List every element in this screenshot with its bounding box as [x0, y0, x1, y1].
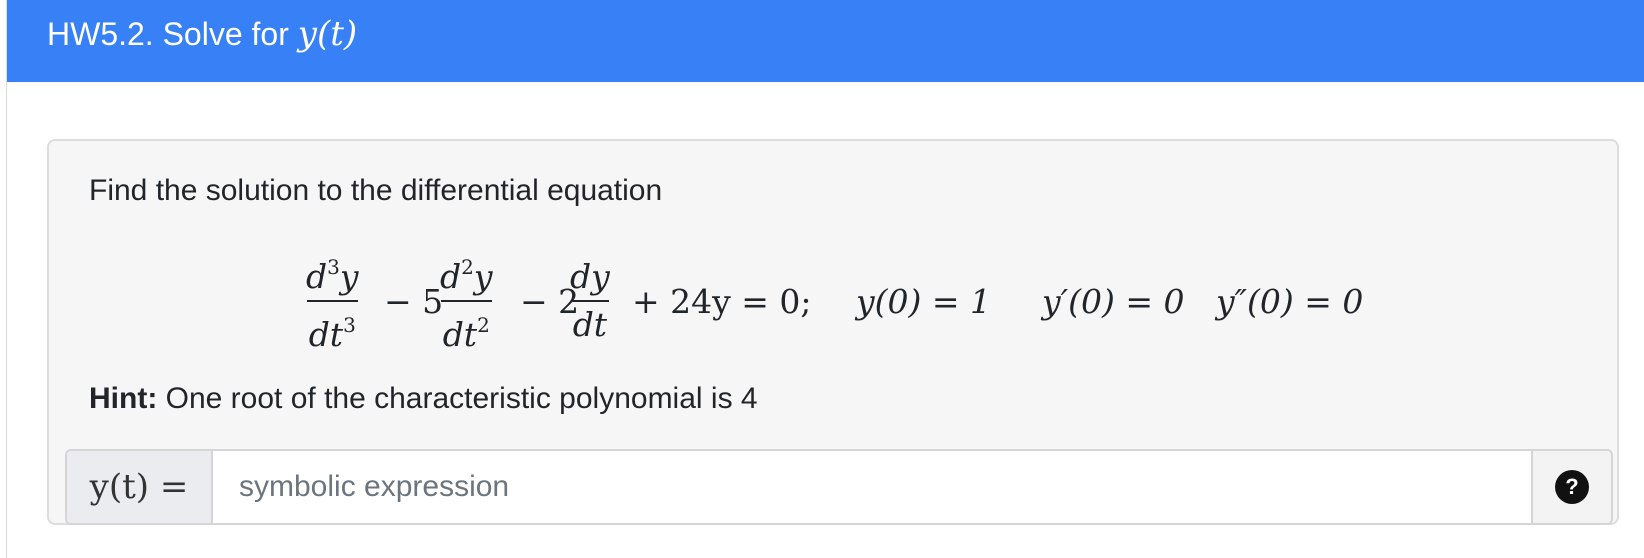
initial-condition-1: y(0) = 1 [856, 281, 992, 321]
term-second-derivative: d2y dt2 [438, 251, 495, 354]
t1-den-exp: 3 [343, 313, 356, 337]
answer-input-group: y(t) = ? [65, 449, 1613, 525]
term-third-derivative: d3y dt3 [304, 251, 361, 354]
question-card: HW5.2. Solve for y(t) Find the solution … [6, 0, 1644, 558]
initial-condition-2: y′(0) = 0 [1042, 281, 1185, 321]
title-prefix: HW5.2. Solve for [47, 16, 298, 52]
term-first-derivative: dy dt [568, 251, 612, 351]
t3-num: dy [570, 257, 610, 296]
page-title: HW5.2. Solve for y(t) [47, 12, 357, 56]
equation-tail: + 24y = 0; [632, 281, 812, 321]
t3-den: dt [570, 300, 610, 345]
t1-den: dt [308, 315, 344, 354]
question-prompt: Find the solution to the differential eq… [89, 174, 663, 207]
t2-den: dt [442, 315, 478, 354]
t1-num-exp: 3 [327, 255, 340, 279]
t1-num-var: y [339, 257, 359, 296]
question-mark-icon: ? [1555, 470, 1589, 504]
t2-num-var: y [473, 257, 493, 296]
help-button[interactable]: ? [1531, 451, 1611, 523]
op-minus-5: − 5 [384, 281, 444, 321]
t2-den-exp: 2 [477, 313, 490, 337]
question-panel: Find the solution to the differential eq… [47, 139, 1619, 525]
answer-label: y(t) = [67, 451, 213, 523]
t2-num-d: d [440, 257, 462, 296]
t1-num-d: d [306, 257, 328, 296]
card-header: HW5.2. Solve for y(t) [7, 0, 1644, 82]
symbolic-expression-input[interactable] [215, 451, 1465, 523]
hint-label: Hint: [89, 382, 158, 415]
title-math: y(t) [297, 14, 358, 54]
hint: Hint: One root of the characteristic pol… [89, 379, 758, 419]
hint-text: One root of the characteristic polynomia… [157, 382, 758, 415]
initial-condition-3: y″(0) = 0 [1216, 281, 1364, 321]
t2-num-exp: 2 [461, 255, 474, 279]
